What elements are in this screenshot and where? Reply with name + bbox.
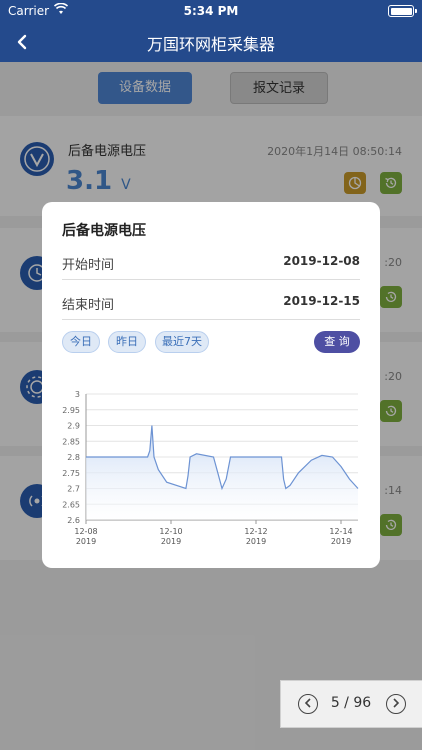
x-tick-label: 12-12 [244,527,267,536]
history-chart-modal: 后备电源电压 开始时间 2019-12-08 结束时间 2019-12-15 今… [42,202,380,568]
next-page-button[interactable] [386,694,406,714]
battery-icon [388,5,417,17]
x-tick-year: 2019 [246,537,266,546]
y-tick-label: 2.7 [67,485,80,494]
y-tick-label: 2.6 [67,516,80,525]
x-tick-label: 12-08 [74,527,97,536]
chevron-right-icon [393,698,400,708]
x-tick-year: 2019 [161,537,181,546]
end-time-row[interactable]: 结束时间 2019-12-15 [62,286,360,320]
start-time-row[interactable]: 开始时间 2019-12-08 [62,246,360,280]
status-bar: Carrier 5:34 PM [0,0,422,22]
query-button[interactable]: 查 询 [314,331,360,353]
today-button[interactable]: 今日 [62,331,100,353]
page-title: 万国环网柜采集器 [146,35,275,54]
end-time-value[interactable]: 2019-12-15 [283,294,360,308]
voltage-history-chart: 2.62.652.72.752.82.852.92.95312-08201912… [62,390,359,546]
y-tick-label: 2.8 [67,453,80,462]
clock: 5:34 PM [183,4,239,18]
start-time-value[interactable]: 2019-12-08 [283,254,360,268]
y-tick-label: 3 [75,390,80,399]
y-tick-label: 2.95 [62,406,80,415]
x-tick-year: 2019 [76,537,96,546]
page-indicator: 5 / 96 [330,695,372,711]
y-tick-label: 2.9 [67,422,80,431]
x-tick-year: 2019 [331,537,351,546]
x-tick-label: 12-10 [159,527,182,536]
prev-page-button[interactable] [298,694,318,714]
modal-title: 后备电源电压 [62,223,146,239]
nav-bar: 万国环网柜采集器 [0,22,422,62]
pager: 5 / 96 [280,680,422,728]
y-tick-label: 2.85 [62,437,80,446]
chevron-left-icon [304,698,311,708]
last-7-days-button[interactable]: 最近7天 [155,331,209,353]
y-tick-label: 2.65 [62,500,80,509]
yesterday-button[interactable]: 昨日 [108,331,146,353]
end-time-label: 结束时间 [62,298,115,313]
y-tick-label: 2.75 [62,469,80,478]
start-time-label: 开始时间 [62,258,115,273]
x-tick-label: 12-14 [329,527,352,536]
